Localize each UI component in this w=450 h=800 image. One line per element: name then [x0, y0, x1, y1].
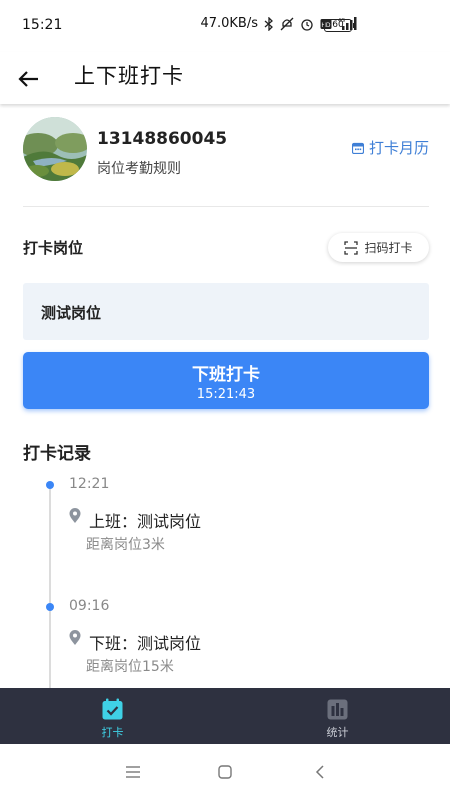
status-time: 15:21: [22, 17, 63, 33]
home-icon[interactable]: [215, 763, 235, 781]
record-type: 上班：测试岗位: [89, 512, 202, 531]
system-back-icon[interactable]: [310, 763, 330, 781]
divider: [23, 206, 429, 207]
battery-icon: 60: [324, 19, 355, 32]
clock-out-button[interactable]: 下班打卡 15:21:43: [23, 352, 429, 409]
app-header: 上下班打卡: [0, 52, 450, 104]
record-time: 09:16: [69, 598, 110, 614]
page-title: 上下班打卡: [74, 64, 184, 88]
alarm-icon: [301, 18, 313, 31]
selected-post: 测试岗位: [41, 304, 102, 322]
system-nav-bar: [0, 744, 450, 800]
network-speed: 47.0KB/s: [200, 16, 258, 31]
punch-calendar-icon: [102, 698, 123, 720]
user-phone: 13148860045: [97, 129, 228, 149]
post-section-label: 打卡岗位: [23, 239, 84, 257]
mute-icon: [280, 17, 294, 30]
avatar: [23, 117, 87, 181]
punch-current-time: 15:21:43: [196, 387, 256, 402]
record-type: 下班：测试岗位: [89, 634, 202, 653]
tab-punch[interactable]: 打卡: [0, 688, 225, 744]
post-selector[interactable]: 测试岗位: [23, 283, 429, 340]
location-pin-icon: [69, 508, 81, 523]
tab-label: 打卡: [101, 726, 124, 739]
scan-icon: [344, 240, 359, 255]
back-arrow-icon[interactable]: [14, 60, 46, 92]
statistics-icon: [327, 699, 348, 720]
tab-label: 统计: [326, 726, 349, 739]
calendar-link-label: 打卡月历: [368, 139, 429, 157]
attendance-rule-link[interactable]: 岗位考勤规则: [97, 158, 181, 178]
scan-button-label: 扫码打卡: [364, 241, 413, 255]
tab-statistics[interactable]: 统计: [225, 688, 450, 744]
landscape-avatar-image: [23, 117, 87, 181]
punch-button-label: 下班打卡: [192, 365, 260, 385]
scan-punch-button[interactable]: 扫码打卡: [328, 233, 429, 262]
menu-icon[interactable]: [123, 763, 143, 781]
calendar-icon: [351, 142, 364, 154]
timeline-line: [49, 484, 51, 688]
status-bar: 15:21 47.0KB/s HD 4G 60: [0, 0, 450, 52]
timeline-dot: [46, 603, 54, 611]
bottom-tab-bar: 打卡 统计: [0, 688, 450, 744]
record-time: 12:21: [69, 476, 110, 492]
location-pin-icon: [69, 630, 81, 645]
record-distance: 距离岗位15米: [86, 659, 174, 675]
record-distance: 距离岗位3米: [86, 537, 165, 553]
timeline-dot: [46, 481, 54, 489]
records-title: 打卡记录: [23, 444, 91, 464]
profile-card: 13148860045 岗位考勤规则 打卡月历: [23, 117, 429, 181]
bluetooth-icon: [264, 16, 273, 31]
punch-calendar-link[interactable]: 打卡月历: [351, 137, 429, 158]
